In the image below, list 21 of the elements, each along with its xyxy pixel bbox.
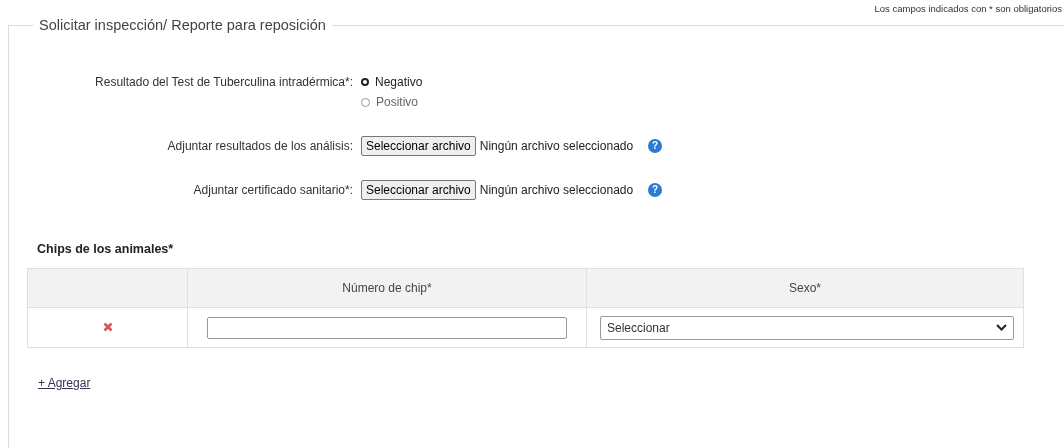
column-header: Sexo* bbox=[586, 268, 1024, 308]
file-select-button[interactable]: Seleccionar archivo bbox=[361, 180, 476, 200]
help-icon[interactable]: ? bbox=[648, 139, 663, 153]
required-fields-note: Los campos indicados con * son obligatorios bbox=[874, 2, 1062, 14]
sex-dropdown[interactable]: Seleccionar bbox=[600, 315, 1014, 340]
file-status: Ningún archivo seleccionado bbox=[479, 139, 634, 153]
add-link[interactable]: + Agregar bbox=[38, 376, 91, 390]
radio-option[interactable]: Positivo bbox=[361, 95, 423, 109]
file-status: Ningún archivo seleccionado bbox=[479, 183, 634, 197]
delete-icon[interactable] bbox=[102, 321, 113, 332]
section-title: Solicitar inspección/ Reporte para reposición bbox=[33, 17, 332, 33]
field-label: Adjuntar resultados de los análisis: bbox=[166, 139, 354, 153]
subsection-title: Chips de los animales* bbox=[37, 242, 175, 256]
chevron-down-icon bbox=[996, 324, 1007, 331]
help-icon[interactable]: ? bbox=[648, 183, 663, 197]
field-label: Adjuntar certificado sanitario*: bbox=[192, 183, 354, 197]
radio-option[interactable]: Negativo bbox=[361, 75, 423, 89]
file-select-button[interactable]: Seleccionar archivo bbox=[361, 136, 476, 156]
chip-number-field[interactable] bbox=[207, 316, 567, 339]
column-header: Número de chip* bbox=[187, 268, 587, 308]
field-label: Resultado del Test de Tuberculina intradérmica*: bbox=[94, 75, 354, 89]
